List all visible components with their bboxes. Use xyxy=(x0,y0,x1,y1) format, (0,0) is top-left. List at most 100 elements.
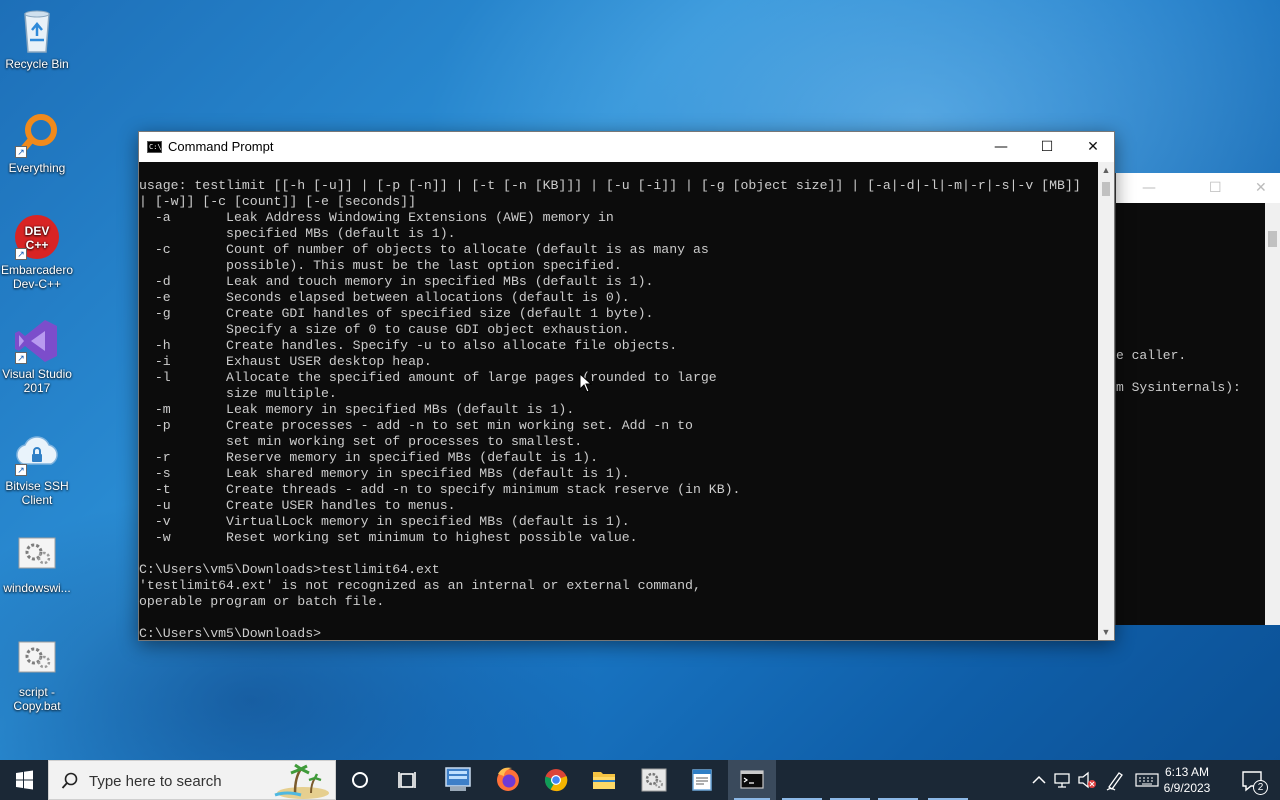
volume-muted-icon xyxy=(1078,771,1096,789)
scroll-down-icon[interactable]: ▼ xyxy=(1098,624,1114,640)
taskbar-app-command-prompt[interactable] xyxy=(728,760,776,800)
window-titlebar[interactable]: C:\ Command Prompt — ☐ ✕ xyxy=(139,132,1114,162)
pen-tray-button[interactable] xyxy=(1104,760,1126,800)
background-scrollbar[interactable] xyxy=(1265,203,1280,625)
desktop-icon-label: windowswi... xyxy=(3,581,71,595)
minimize-button[interactable]: — xyxy=(978,132,1024,162)
taskbar-app-network[interactable] xyxy=(434,760,482,800)
scrollbar-thumb[interactable] xyxy=(1268,231,1277,247)
console-line: -m Leak memory in specified MBs (default… xyxy=(139,402,575,417)
console-line: size multiple. xyxy=(139,386,337,401)
desktop-icon-label: Visual Studio 2017 xyxy=(2,367,72,395)
svg-text:DEV: DEV xyxy=(25,224,50,238)
windows-logo-icon xyxy=(16,770,33,790)
search-highlight-image xyxy=(274,763,329,799)
show-hidden-icons-button[interactable] xyxy=(1028,760,1050,800)
batch-file-icon xyxy=(13,532,61,578)
desktop-icon-label: Recycle Bin xyxy=(5,57,69,71)
desktop-icon-bitvise[interactable]: ↗ Bitvise SSH Client xyxy=(0,430,74,507)
network-icon xyxy=(1054,773,1070,788)
start-button[interactable] xyxy=(0,760,48,800)
taskbar-app-notepad[interactable] xyxy=(678,760,726,800)
settings-app-icon xyxy=(641,768,667,792)
desktop-icon-recycle-bin[interactable]: Recycle Bin xyxy=(0,8,74,71)
recycle-bin-icon xyxy=(13,8,61,54)
console-output[interactable]: usage: testlimit [[-h [-u]] | [-p [-n]] … xyxy=(139,162,1098,640)
console-line: -w Reset working set minimum to highest … xyxy=(139,530,638,545)
console-line: specified MBs (default is 1). xyxy=(139,226,456,241)
command-prompt-window[interactable]: C:\ Command Prompt — ☐ ✕ usage: testlimi… xyxy=(138,131,1115,641)
search-placeholder: Type here to search xyxy=(89,773,222,790)
firefox-icon xyxy=(497,767,519,791)
console-line: set min working set of processes to smal… xyxy=(139,434,583,449)
svg-text:C++: C++ xyxy=(26,238,49,252)
console-line: -c Count of number of objects to allocat… xyxy=(139,242,709,257)
pen-icon xyxy=(1106,772,1123,791)
clock-date: 6/9/2023 xyxy=(1163,781,1211,795)
taskbar-running-indicator xyxy=(830,760,870,800)
console-line: -g Create GDI handles of specified size … xyxy=(139,306,654,321)
command-prompt-icon xyxy=(740,770,764,789)
console-line: -e Seconds elapsed between allocations (… xyxy=(139,290,630,305)
desktop-icon-label: Everything xyxy=(8,161,66,175)
search-icon xyxy=(61,772,78,789)
clock-time: 6:13 AM xyxy=(1164,765,1210,779)
taskbar-app-file-explorer[interactable] xyxy=(580,760,628,800)
desktop-icon-script-copy[interactable]: script - Copy.bat xyxy=(0,636,74,713)
desktop-icon-visual-studio[interactable]: ↗ Visual Studio 2017 xyxy=(0,318,74,395)
task-view-button[interactable] xyxy=(384,760,432,800)
notification-icon xyxy=(1242,771,1262,792)
vertical-scrollbar[interactable]: ▲ ▼ xyxy=(1098,162,1114,640)
console-line: -h Create handles. Specify -u to also al… xyxy=(139,338,678,353)
console-line: Specify a size of 0 to cause GDI object … xyxy=(139,322,630,337)
window-title: Command Prompt xyxy=(168,139,274,154)
console-line: -r Reserve memory in specified MBs (defa… xyxy=(139,450,598,465)
shortcut-arrow-icon: ↗ xyxy=(15,146,27,158)
desktop-icon-label: Embarcadero Dev-C++ xyxy=(0,263,74,291)
desktop-icon-label: Bitvise SSH Client xyxy=(5,479,69,507)
console-line: possible). This must be the last option … xyxy=(139,258,622,273)
desktop-icon-windowswi[interactable]: windowswi... xyxy=(0,532,74,595)
batch-file-icon xyxy=(13,636,61,682)
taskbar: Type here to search 6:13 AM 6/9/2023 2 xyxy=(0,760,1280,800)
console-line: -u Create USER handles to menus. xyxy=(139,498,456,513)
taskbar-running-indicator xyxy=(928,760,968,800)
console-line: -a Leak Address Windowing Extensions (AW… xyxy=(139,210,614,225)
desktop-icon-dev-cpp[interactable]: DEV C++ ↗ Embarcadero Dev-C++ xyxy=(0,214,74,291)
taskbar-app-firefox[interactable] xyxy=(484,760,532,800)
scroll-up-icon[interactable]: ▲ xyxy=(1098,162,1114,178)
console-line: -d Leak and touch memory in specified MB… xyxy=(139,274,654,289)
taskbar-app-settings[interactable] xyxy=(630,760,678,800)
shortcut-arrow-icon: ↗ xyxy=(15,464,27,476)
task-view-icon xyxy=(398,772,416,788)
console-line: -i Exhaust USER desktop heap. xyxy=(139,354,432,369)
scrollbar-thumb[interactable] xyxy=(1102,182,1110,196)
background-console-window[interactable]: — ☐ ✕ e caller. m Sysinternals): xyxy=(1115,173,1280,625)
background-console-text: e caller. m Sysinternals): xyxy=(1116,173,1266,625)
network-tray-button[interactable] xyxy=(1052,760,1074,800)
visual-studio-icon: ↗ xyxy=(13,318,61,364)
everything-search-icon: ↗ xyxy=(13,112,61,158)
console-line: -l Allocate the specified amount of larg… xyxy=(139,370,717,385)
desktop-icon-label: script - Copy.bat xyxy=(13,685,61,713)
maximize-button[interactable]: ☐ xyxy=(1024,132,1070,162)
action-center-button[interactable]: 2 xyxy=(1234,760,1274,800)
cortana-button[interactable] xyxy=(336,760,384,800)
taskbar-search-box[interactable]: Type here to search xyxy=(48,760,336,800)
console-line: | [-w]] [-c [count]] [-e [seconds]] xyxy=(139,194,416,209)
volume-tray-button[interactable] xyxy=(1076,760,1098,800)
taskbar-clock[interactable]: 6:13 AM 6/9/2023 xyxy=(1152,764,1222,796)
console-line: operable program or batch file. xyxy=(139,594,385,609)
dev-cpp-icon: DEV C++ ↗ xyxy=(13,214,61,260)
desktop-icon-everything[interactable]: ↗ Everything xyxy=(0,112,74,175)
file-explorer-icon xyxy=(593,772,615,789)
console-line: C:\Users\vm5\Downloads> xyxy=(139,626,322,640)
taskbar-app-chrome[interactable] xyxy=(532,760,580,800)
cortana-icon xyxy=(352,772,368,788)
close-button[interactable]: ✕ xyxy=(1070,132,1116,162)
shortcut-arrow-icon: ↗ xyxy=(15,352,27,364)
console-line: 'testlimit64.ext' is not recognized as a… xyxy=(139,578,701,593)
taskbar-running-indicator xyxy=(878,760,918,800)
